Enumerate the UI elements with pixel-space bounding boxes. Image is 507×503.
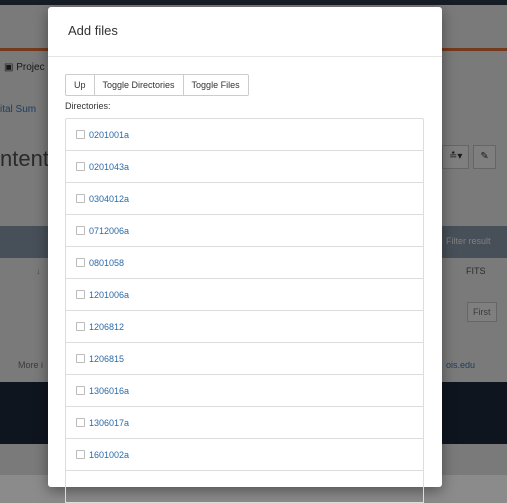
directory-item[interactable]: 0801058 <box>66 247 423 279</box>
directory-checkbox[interactable] <box>76 322 85 331</box>
directory-item[interactable]: 0201001a <box>66 119 423 151</box>
toggle-directories-button[interactable]: Toggle Directories <box>93 74 184 96</box>
directory-item[interactable]: 1306017a <box>66 407 423 439</box>
directory-item-partial[interactable] <box>66 471 423 503</box>
directory-item[interactable]: 1306016a <box>66 375 423 407</box>
navigation-button-group: Up Toggle Directories Toggle Files <box>65 74 249 96</box>
directory-name[interactable]: 0201001a <box>89 130 129 140</box>
directory-item[interactable]: 0304012a <box>66 183 423 215</box>
up-button[interactable]: Up <box>65 74 95 96</box>
directory-checkbox[interactable] <box>76 418 85 427</box>
directory-checkbox[interactable] <box>76 162 85 171</box>
directory-item[interactable]: 0712006a <box>66 215 423 247</box>
directory-name[interactable]: 1206815 <box>89 354 124 364</box>
directory-checkbox[interactable] <box>76 226 85 235</box>
directory-item[interactable]: 0201043a <box>66 151 423 183</box>
directory-name[interactable]: 1206812 <box>89 322 124 332</box>
directory-name[interactable]: 0712006a <box>89 226 129 236</box>
directory-checkbox[interactable] <box>76 194 85 203</box>
directory-name[interactable]: 1201006a <box>89 290 129 300</box>
directory-checkbox[interactable] <box>76 450 85 459</box>
directory-checkbox[interactable] <box>76 386 85 395</box>
directory-name[interactable]: 0304012a <box>89 194 129 204</box>
directory-list: 0201001a 0201043a 0304012a 0712006a 0801… <box>65 118 424 503</box>
directory-name[interactable]: 1601002a <box>89 450 129 460</box>
directory-name[interactable]: 1306017a <box>89 418 129 428</box>
directories-label: Directories: <box>65 101 111 111</box>
modal-title: Add files <box>68 23 118 38</box>
directory-name[interactable]: 0801058 <box>89 258 124 268</box>
directory-checkbox[interactable] <box>76 130 85 139</box>
directory-checkbox[interactable] <box>76 290 85 299</box>
add-files-modal: Add files Up Toggle Directories Toggle F… <box>48 7 442 503</box>
directory-item[interactable]: 1601002a <box>66 439 423 471</box>
directory-name[interactable]: 1306016a <box>89 386 129 396</box>
directory-checkbox[interactable] <box>76 258 85 267</box>
directory-item[interactable]: 1201006a <box>66 279 423 311</box>
modal-header: Add files <box>48 7 442 57</box>
directory-item[interactable]: 1206812 <box>66 311 423 343</box>
toggle-files-button[interactable]: Toggle Files <box>182 74 249 96</box>
directory-item[interactable]: 1206815 <box>66 343 423 375</box>
directory-checkbox[interactable] <box>76 354 85 363</box>
directory-name[interactable]: 0201043a <box>89 162 129 172</box>
